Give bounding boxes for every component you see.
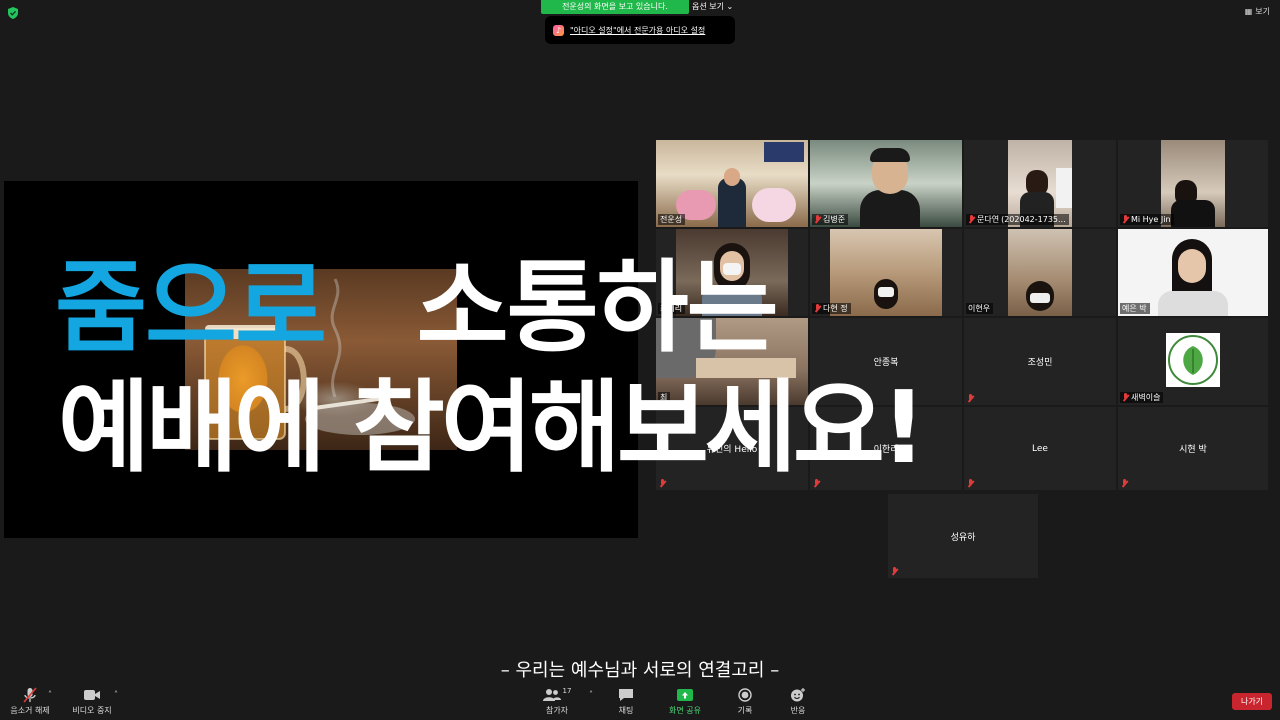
profile-logo [1166, 333, 1220, 387]
record-icon [715, 687, 775, 703]
reactions-button[interactable]: 반응 [768, 687, 828, 716]
video-camera-icon [62, 687, 122, 703]
participant-name: Lee [1032, 443, 1048, 454]
participant-label: 예은 박 [1120, 303, 1150, 314]
participant-name: 성유하 [950, 532, 976, 543]
participant-tile[interactable]: 조성민 [964, 318, 1116, 405]
share-screen-icon [655, 687, 715, 703]
participant-tile[interactable]: 성유하 [888, 494, 1038, 578]
participants-button[interactable]: 17 참가자 [527, 687, 587, 716]
view-mode-button[interactable]: ▦ 보기 [1245, 6, 1270, 17]
stop-video-button[interactable]: 비디오 중지 [62, 687, 122, 716]
chat-button[interactable]: 채팅 [596, 687, 656, 716]
participant-tile[interactable]: 시현 박 [1118, 407, 1268, 490]
stop-video-label: 비디오 중지 [72, 706, 112, 715]
participant-label: 이현우 [966, 303, 994, 314]
audio-settings-link[interactable]: "아디오 설정"에서 전문가용 아디오 설정 [570, 25, 705, 36]
participant-name-extra: (202042-1735... [1001, 215, 1066, 224]
smiley-plus-icon [768, 687, 828, 703]
participant-label: 다현 정 [812, 303, 851, 314]
view-options-label: 옵션 보기 [692, 2, 724, 11]
leaf-logo-icon [1168, 335, 1218, 385]
participant-name: 김병준 [823, 215, 846, 224]
participant-name: 이현우 [968, 304, 991, 313]
headline-text: 소통하는 [416, 249, 779, 366]
participant-name: 다현 정 [823, 304, 848, 313]
audio-options-caret[interactable]: ˄ [48, 690, 52, 699]
grid-icon: ▦ [1244, 7, 1253, 16]
participant-name: 새벽이슬 [1131, 393, 1161, 402]
mic-muted-icon [1121, 479, 1128, 488]
participant-name: 예은 박 [1122, 304, 1147, 313]
participant-tile[interactable]: 김병준 [810, 140, 962, 227]
headline-line-1: 줌으로 소통하는 [55, 258, 779, 358]
leave-button[interactable]: 나가기 [1232, 693, 1272, 710]
chat-bubble-icon [596, 687, 656, 703]
participants-label: 참가자 [545, 706, 569, 715]
record-button[interactable]: 기록 [715, 687, 775, 716]
participants-caret[interactable]: ˄ [589, 690, 593, 699]
mic-muted-icon [967, 394, 974, 403]
share-screen-button[interactable]: 화면 공유 [655, 687, 715, 716]
shield-icon[interactable] [7, 7, 19, 19]
chevron-down-icon: ⌄ [726, 2, 734, 11]
participant-name: 전운성 [660, 215, 683, 224]
participant-label: Mi Hye Jin [1120, 214, 1174, 225]
participant-tile[interactable]: 이현우 [964, 229, 1116, 316]
mic-muted-icon [891, 567, 898, 576]
participant-tile[interactable]: Mi Hye Jin [1118, 140, 1268, 227]
participant-tile[interactable]: 다현 정 [810, 229, 962, 316]
participant-label: 새벽이슬 [1120, 392, 1164, 403]
participant-tile[interactable]: 예은 박 [1118, 229, 1268, 316]
participant-tile[interactable]: 전운성 [656, 140, 808, 227]
audio-settings-tip[interactable]: ♪ "아디오 설정"에서 전문가용 아디오 설정 [545, 16, 735, 44]
mic-muted-icon [967, 479, 974, 488]
participants-count: 17 [562, 687, 572, 695]
participants-icon: 17 [527, 687, 587, 703]
view-options-button[interactable]: 옵션 보기 ⌄ [692, 0, 737, 14]
mic-muted-icon [814, 215, 821, 224]
video-feed [1008, 229, 1072, 316]
screen-share-banner: 전운성의 화면을 보고 있습니다. [541, 0, 689, 14]
chat-label: 채팅 [618, 706, 634, 715]
participant-label: 문다연 (202042-1735... [966, 214, 1069, 225]
participant-name: 문다연 [977, 215, 1000, 224]
mic-muted-icon [1122, 215, 1129, 224]
mic-muted-icon [1122, 393, 1129, 402]
participant-name: 조성민 [1027, 358, 1053, 368]
headline-highlight: 줌으로 [55, 249, 327, 366]
mic-muted-icon [968, 215, 975, 224]
participant-label: 김병준 [812, 214, 849, 225]
participant-tile[interactable]: 문다연 (202042-1735... [964, 140, 1116, 227]
video-options-caret[interactable]: ˄ [114, 690, 118, 699]
participant-label: 전운성 [658, 214, 686, 225]
participant-tile[interactable]: 새벽이슬 [1118, 318, 1268, 405]
headline-line-2: 예배에 참여해보세요! [58, 369, 926, 486]
music-note-icon: ♪ [553, 24, 564, 36]
mic-muted-icon [814, 304, 821, 313]
participant-name: Mi Hye Jin [1131, 215, 1171, 224]
view-mode-label: 보기 [1255, 7, 1270, 16]
participant-name: 시현 박 [1179, 445, 1207, 455]
record-label: 기록 [737, 706, 753, 715]
unmute-label: 음소거 해제 [10, 706, 50, 715]
share-screen-label: 화면 공유 [669, 706, 701, 715]
footer-caption: – 우리는 예수님과 서로의 연결고리 – [500, 660, 780, 681]
participant-tile[interactable]: Lee [964, 407, 1116, 490]
reactions-label: 반응 [790, 706, 806, 715]
